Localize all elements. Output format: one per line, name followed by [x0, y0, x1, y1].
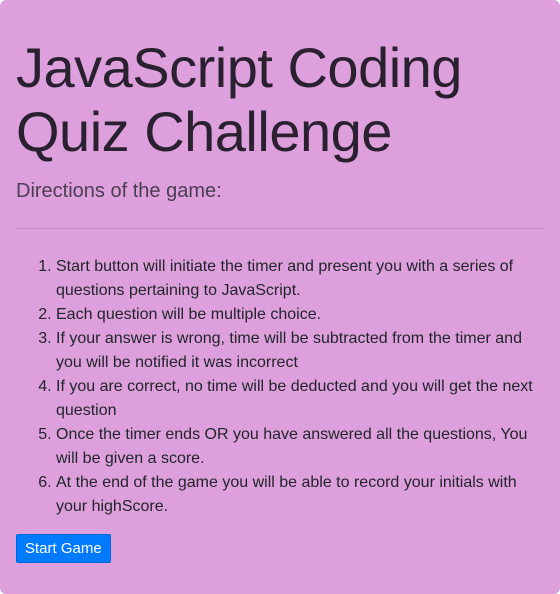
- divider: [16, 228, 544, 229]
- directions-list: Start button will initiate the timer and…: [16, 255, 536, 519]
- list-item: If your answer is wrong, time will be su…: [56, 327, 536, 375]
- list-item: Once the timer ends OR you have answered…: [56, 423, 536, 471]
- directions-heading: Directions of the game:: [16, 180, 222, 202]
- list-item: At the end of the game you will be able …: [56, 471, 536, 519]
- list-item: Start button will initiate the timer and…: [56, 255, 536, 303]
- list-item: If you are correct, no time will be dedu…: [56, 375, 536, 423]
- page-title: JavaScript Coding Quiz Challenge: [16, 36, 462, 163]
- start-game-button[interactable]: Start Game: [16, 534, 111, 563]
- list-item: Each question will be multiple choice.: [56, 303, 536, 327]
- quiz-intro-panel: JavaScript Coding Quiz Challenge Directi…: [0, 0, 560, 594]
